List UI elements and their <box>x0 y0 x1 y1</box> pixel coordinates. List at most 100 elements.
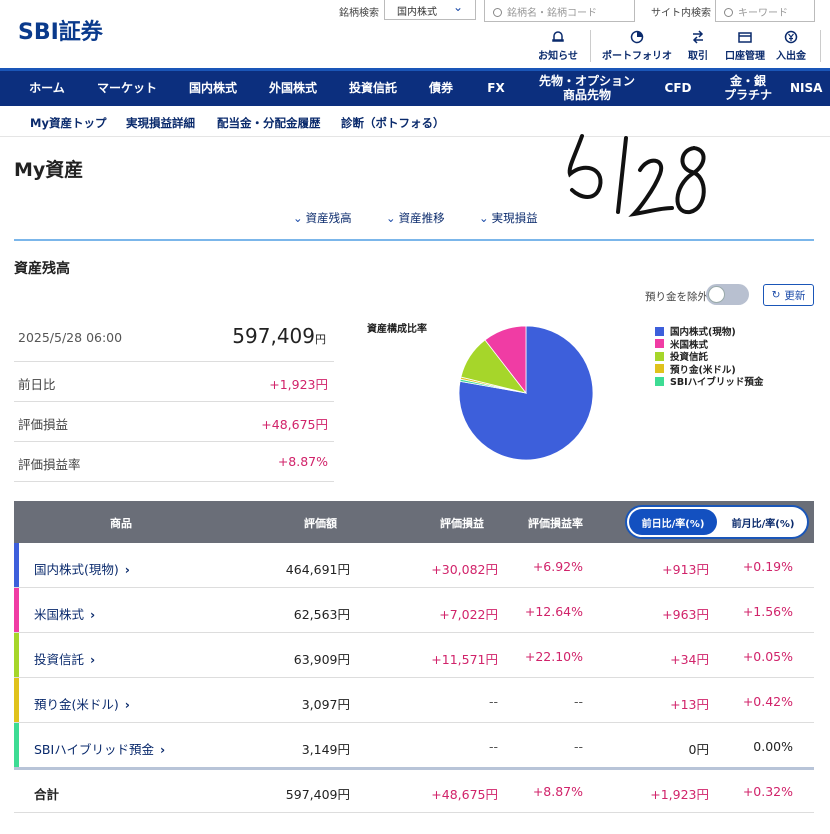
notice-button[interactable]: お知らせ <box>537 30 579 62</box>
exclude-deposit-toggle[interactable] <box>706 284 749 305</box>
table-row: 国内株式(現物) › 464,691円 +30,082円 +6.92% +913円 +0.1… <box>14 543 814 588</box>
chevron-right-icon: › <box>90 607 96 622</box>
asset-link[interactable]: 投資信託 › <box>34 649 95 668</box>
anchor-realized[interactable]: ⌄ 実現損益 <box>479 210 538 226</box>
table-cell: 3,149円 <box>301 742 350 757</box>
table-cell: 3,097円 <box>301 697 350 712</box>
table-cell: +1.56% <box>742 604 793 619</box>
legend-swatch <box>655 326 664 336</box>
category-color-bar <box>14 723 19 767</box>
summary-total-row <box>14 320 334 362</box>
table-cell: -- <box>573 739 583 754</box>
table-row: 米国株式 › 62,563円 +7,022円 +12.64% +963円 +1.56% <box>14 588 814 633</box>
bell-icon <box>552 31 564 42</box>
table-cell: -- <box>488 739 498 754</box>
nav-fx[interactable]: FX <box>476 71 516 106</box>
nav-gold[interactable]: 金・銀 プラチナ <box>716 71 780 106</box>
table-cell: -- <box>488 694 498 709</box>
divider <box>14 239 814 241</box>
table-cell: +0.19% <box>742 559 793 574</box>
subnav-dividend[interactable]: 配当金・分配金履歴 <box>217 115 321 131</box>
deposit-button[interactable]: 入出金 <box>775 30 807 62</box>
swap-icon <box>692 30 704 44</box>
sbi-logo[interactable]: SBI証券 <box>18 14 103 46</box>
table-cell: 63,909円 <box>293 652 350 667</box>
table-header: 商品 評価額 評価損益 評価損益率 前日比/率(%) 前月比/率(%) <box>14 501 814 543</box>
category-color-bar <box>14 678 19 722</box>
portfolio-button[interactable]: ポートフォリオ <box>601 30 673 62</box>
day-compare-tab[interactable]: 前日比/率(%) <box>629 509 717 535</box>
nav-foreign-stock[interactable]: 外国株式 <box>258 71 328 106</box>
pie-chart-title: 資産構成比率 <box>367 324 427 335</box>
category-color-bar <box>14 633 19 677</box>
nav-domestic-stock[interactable]: 国内株式 <box>178 71 248 106</box>
table-cell: +7,022円 <box>439 607 498 622</box>
chevron-right-icon: › <box>90 652 96 667</box>
legend-swatch <box>655 364 664 374</box>
category-color-bar <box>14 543 19 587</box>
category-color-bar <box>14 588 19 632</box>
summary-row: 評価損益 +48,675円 <box>14 402 334 442</box>
nav-nisa[interactable]: NISA <box>790 71 830 106</box>
chevron-down-icon: ⌄ <box>479 211 489 225</box>
nav-fund[interactable]: 投資信託 <box>338 71 408 106</box>
trade-button[interactable]: 取引 <box>684 30 712 62</box>
handwritten-note <box>567 134 706 217</box>
asset-pie-chart <box>458 325 594 461</box>
chevron-right-icon: › <box>124 562 130 577</box>
yen-icon <box>784 30 798 44</box>
table-cell: +11,571円 <box>431 652 498 667</box>
table-cell: 464,691円 <box>285 562 350 577</box>
anchor-trend[interactable]: ⌄ 資産推移 <box>386 210 445 226</box>
legend-swatch <box>655 339 664 349</box>
account-button[interactable]: 口座管理 <box>724 30 766 62</box>
legend-swatch <box>655 351 664 361</box>
table-cell: +12.64% <box>524 604 583 619</box>
divider <box>590 30 591 62</box>
site-search-input[interactable]: キーワード <box>715 0 815 22</box>
market-select[interactable]: 国内株式 ⌄ <box>384 0 476 20</box>
main-nav: ホーム マーケット 国内株式 外国株式 投資信託 債券 FX 先物・オプション … <box>0 68 830 106</box>
table-row: SBIハイブリッド預金 › 3,149円 -- -- 0円 0.00% <box>14 723 814 768</box>
nav-cfd[interactable]: CFD <box>656 71 700 106</box>
asset-link[interactable]: 預り金(米ドル) › <box>34 694 130 713</box>
nav-futures[interactable]: 先物・オプション 商品先物 <box>528 71 646 106</box>
subnav-top[interactable]: My資産トップ <box>30 115 106 131</box>
refresh-button[interactable]: ↻ 更新 <box>763 284 814 306</box>
summary-row: 評価損益率 +8.87% <box>14 442 334 482</box>
page-title: My資産 <box>14 159 84 181</box>
nav-bond[interactable]: 債券 <box>418 71 464 106</box>
card-icon <box>738 32 752 43</box>
table-cell: +34円 <box>670 652 709 667</box>
subnav-diagnosis[interactable]: 診断（ポトフォる） <box>341 115 445 131</box>
table-cell: +22.10% <box>524 649 583 664</box>
anchor-balance[interactable]: ⌄ 資産残高 <box>293 210 352 226</box>
top-header: SBI証券 銘柄検索 国内株式 ⌄ 銘柄名・銘柄コード サイト内検索 キーワード… <box>0 0 830 68</box>
stock-search-input[interactable]: 銘柄名・銘柄コード <box>484 0 635 22</box>
search-icon <box>493 8 502 17</box>
nav-market[interactable]: マーケット <box>88 71 166 106</box>
search-icon <box>724 8 733 17</box>
subnav-realized[interactable]: 実現損益詳細 <box>126 115 195 131</box>
site-search-label: サイト内検索 <box>651 8 711 19</box>
asset-link[interactable]: SBIハイブリッド預金 › <box>34 739 165 758</box>
table-total-row: 合計 597,409円 +48,675円 +8.87% +1,923円 +0.3… <box>14 767 814 813</box>
legend-item: 国内株式(現物) <box>655 325 763 338</box>
table-cell: +13円 <box>670 697 709 712</box>
table-cell: +0.42% <box>742 694 793 709</box>
pie-chart-icon <box>630 30 644 44</box>
table-cell: +6.92% <box>532 559 583 574</box>
chevron-down-icon: ⌄ <box>452 0 463 14</box>
month-compare-tab[interactable]: 前月比/率(%) <box>719 509 807 535</box>
asset-link[interactable]: 国内株式(現物) › <box>34 559 130 578</box>
table-cell: +963円 <box>662 607 709 622</box>
table-cell: 0円 <box>688 742 709 757</box>
asset-link[interactable]: 米国株式 › <box>34 604 95 623</box>
table-row: 投資信託 › 63,909円 +11,571円 +22.10% +34円 +0.05% <box>14 633 814 678</box>
pie-legend: 国内株式(現物) 米国株式 投資信託 預り金(米ドル) SBIハイブリッド預金 <box>655 325 763 388</box>
nav-home[interactable]: ホーム <box>14 71 80 106</box>
legend-label: SBIハイブリッド預金 <box>670 377 764 389</box>
table-cell: 0.00% <box>753 739 793 754</box>
legend-item: 預り金(米ドル) <box>655 363 763 376</box>
market-select-value: 国内株式 <box>397 7 437 18</box>
